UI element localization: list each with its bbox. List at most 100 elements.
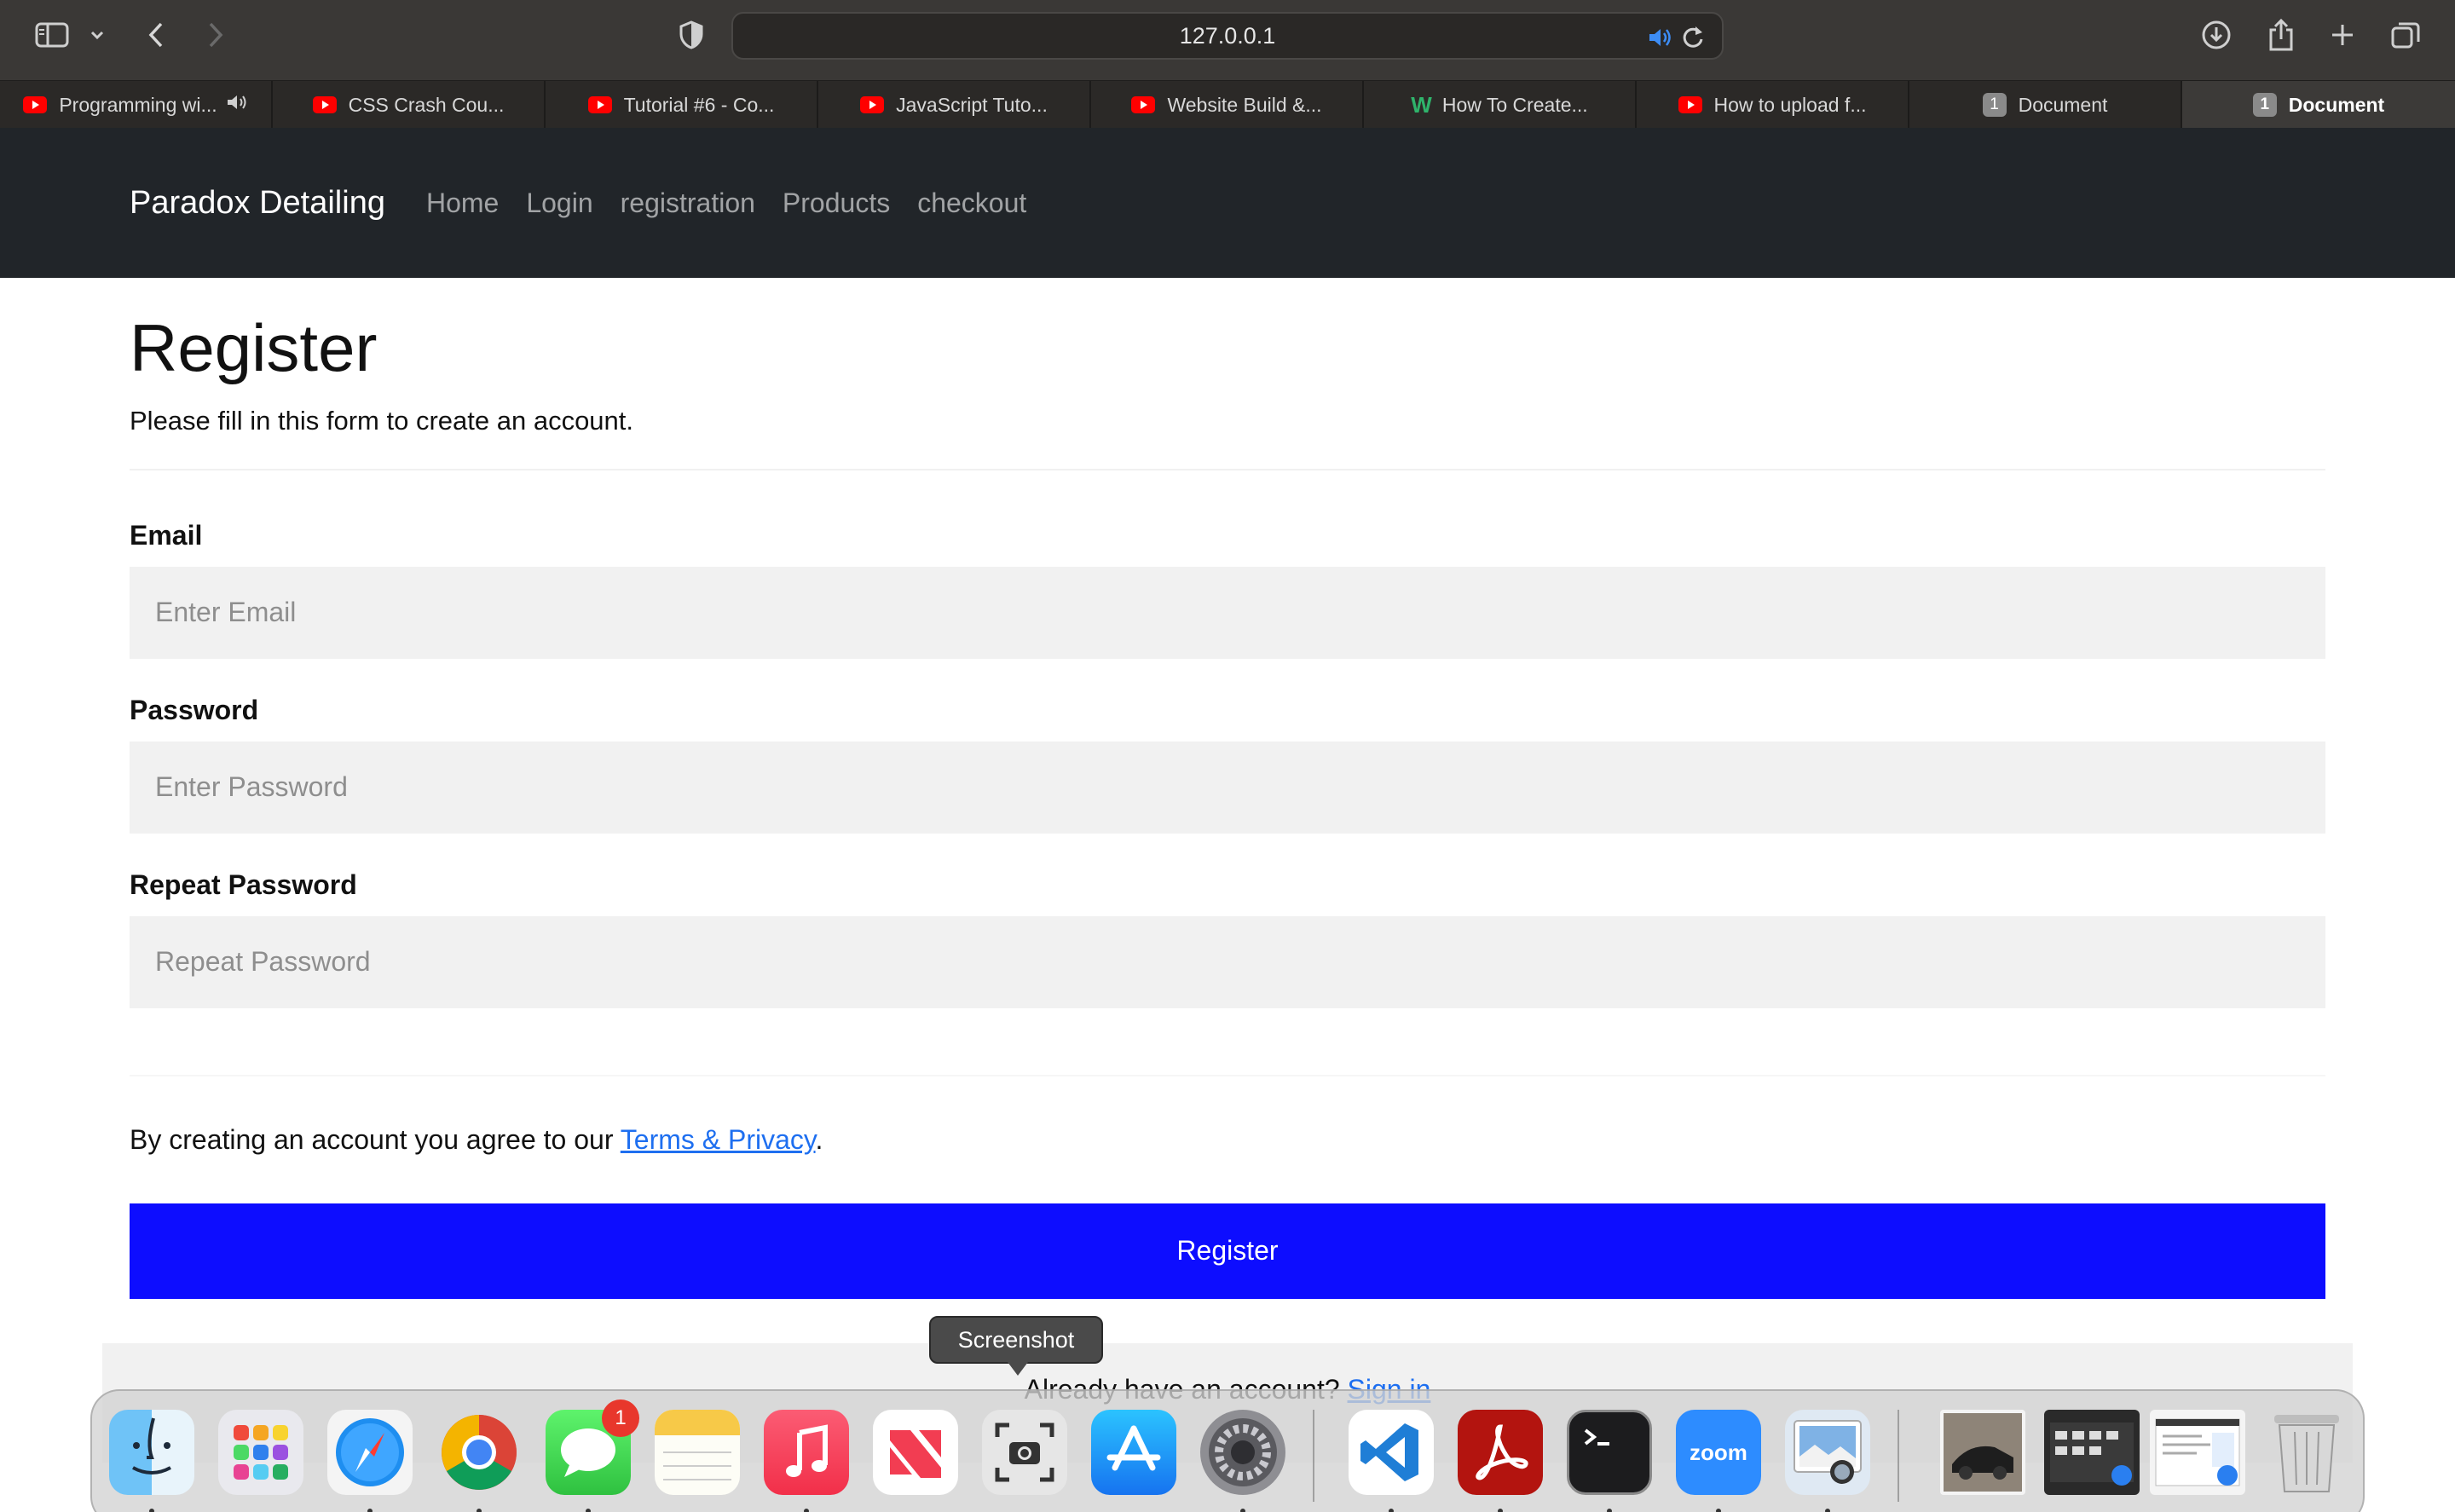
repeat-password-field[interactable] [130, 915, 2325, 1008]
zoom-icon[interactable]: zoom [1676, 1410, 1761, 1495]
youtube-icon [587, 96, 612, 113]
browser-toolbar: 127.0.0.1 [0, 0, 2455, 80]
notes-icon[interactable] [655, 1410, 740, 1495]
register-form: Register Please fill in this form to cre… [130, 278, 2325, 1299]
address-bar[interactable]: 127.0.0.1 [731, 12, 1724, 60]
running-indicator [1607, 1509, 1612, 1512]
youtube-icon [860, 96, 885, 113]
chevron-down-icon[interactable] [89, 15, 106, 55]
tab[interactable]: W How To Create... [1364, 81, 1637, 129]
running-indicator [1498, 1509, 1503, 1512]
news-icon[interactable] [873, 1410, 958, 1495]
trash-icon[interactable] [2264, 1410, 2349, 1495]
dock-tooltip: Screenshot [929, 1316, 1103, 1376]
tab[interactable]: Website Build &... [1091, 81, 1364, 129]
terms-privacy-link[interactable]: Terms & Privacy [621, 1124, 816, 1155]
launchpad-icon[interactable] [218, 1410, 303, 1495]
email-label: Email [130, 519, 203, 551]
chrome-icon[interactable] [436, 1410, 522, 1495]
safari-icon[interactable] [327, 1410, 413, 1495]
site-navbar: Paradox Detailing Home Login registratio… [0, 128, 2455, 278]
nav-link-login[interactable]: Login [526, 188, 592, 219]
new-tab-icon[interactable] [2327, 15, 2358, 55]
url-text: 127.0.0.1 [1179, 22, 1276, 49]
tab-bar: Programming wi... CSS Crash Cou... Tutor… [0, 80, 2455, 129]
tab[interactable]: CSS Crash Cou... [273, 81, 546, 129]
password-field[interactable] [130, 741, 2325, 834]
forward-icon[interactable] [203, 15, 228, 55]
number-icon: 1 [1982, 93, 2007, 117]
app-store-icon[interactable] [1091, 1410, 1176, 1495]
back-icon[interactable] [143, 15, 169, 55]
tab-label: How to upload f... [1713, 93, 1867, 116]
preview-icon[interactable] [1785, 1410, 1870, 1495]
number-icon: 1 [2252, 93, 2277, 117]
email-field[interactable] [130, 566, 2325, 659]
brand-link[interactable]: Paradox Detailing [130, 185, 385, 222]
tab[interactable]: How to upload f... [1637, 81, 1909, 129]
page-title: Register [130, 310, 378, 385]
youtube-icon [1678, 96, 1702, 113]
screenshot-icon[interactable] [982, 1410, 1067, 1495]
speaker-icon[interactable] [1647, 26, 1672, 55]
tab-label: Website Build &... [1167, 93, 1322, 116]
reload-icon[interactable] [1681, 24, 1705, 55]
terms-prefix: By creating an account you agree to our [130, 1123, 621, 1155]
terms-text: By creating an account you agree to our … [130, 1124, 2325, 1156]
running-indicator [367, 1509, 373, 1512]
divider [130, 1074, 2325, 1076]
nav-link-home[interactable]: Home [426, 188, 499, 219]
nav-link-registration[interactable]: registration [621, 188, 755, 219]
nav-link-products[interactable]: Products [783, 188, 890, 219]
photo-thumbnail-icon[interactable] [1940, 1410, 2025, 1495]
music-icon[interactable] [764, 1410, 849, 1495]
youtube-icon [23, 96, 48, 113]
running-indicator [1389, 1509, 1394, 1512]
terms-suffix: . [815, 1123, 823, 1155]
tab-active[interactable]: 1 Document [2182, 81, 2455, 129]
running-indicator [1716, 1509, 1721, 1512]
running-indicator [586, 1509, 591, 1512]
privacy-shield-icon[interactable] [677, 15, 706, 55]
share-icon[interactable] [2264, 15, 2298, 55]
divider [130, 468, 2325, 470]
tab-label: Tutorial #6 - Co... [623, 93, 775, 116]
running-indicator [804, 1509, 809, 1512]
running-indicator [1825, 1509, 1830, 1512]
vscode-icon[interactable] [1349, 1410, 1434, 1495]
running-indicator [149, 1509, 154, 1512]
repeat-password-label: Repeat Password [130, 869, 357, 900]
tab-overview-icon[interactable] [2389, 15, 2423, 55]
w-icon: W [1411, 91, 1432, 118]
tab-label: CSS Crash Cou... [348, 93, 505, 116]
tab-label: Document [2288, 93, 2385, 116]
tab-label: Document [2018, 93, 2108, 116]
running-indicator [477, 1509, 482, 1512]
youtube-icon [1131, 96, 1156, 113]
document-stack-icon[interactable] [2150, 1410, 2245, 1495]
nav-link-checkout[interactable]: checkout [917, 188, 1026, 219]
password-label: Password [130, 694, 259, 725]
dock-separator [1898, 1410, 1899, 1502]
tab[interactable]: 1 Document [1909, 81, 2182, 129]
acrobat-icon[interactable] [1458, 1410, 1543, 1495]
downloads-icon[interactable] [2199, 15, 2233, 55]
form-subtitle: Please fill in this form to create an ac… [130, 405, 634, 436]
tab-label: JavaScript Tuto... [896, 93, 1048, 116]
terminal-icon[interactable] [1567, 1410, 1652, 1495]
notification-badge: 1 [602, 1399, 639, 1437]
sidebar-toggle-icon[interactable] [34, 15, 70, 55]
tab-label: How To Create... [1441, 93, 1588, 116]
tab-label: Programming wi... [59, 93, 217, 116]
youtube-icon [312, 96, 337, 113]
system-settings-icon[interactable] [1200, 1410, 1285, 1495]
dock-separator [1313, 1410, 1314, 1502]
speaker-icon[interactable] [226, 93, 248, 117]
dock: 1 zoom [90, 1389, 2365, 1512]
tab[interactable]: JavaScript Tuto... [818, 81, 1091, 129]
tab[interactable]: Tutorial #6 - Co... [546, 81, 818, 129]
desktop-stack-icon[interactable] [2044, 1410, 2140, 1495]
tab[interactable]: Programming wi... [0, 81, 273, 129]
register-button[interactable]: Register [130, 1203, 2325, 1299]
finder-icon[interactable] [109, 1410, 194, 1495]
